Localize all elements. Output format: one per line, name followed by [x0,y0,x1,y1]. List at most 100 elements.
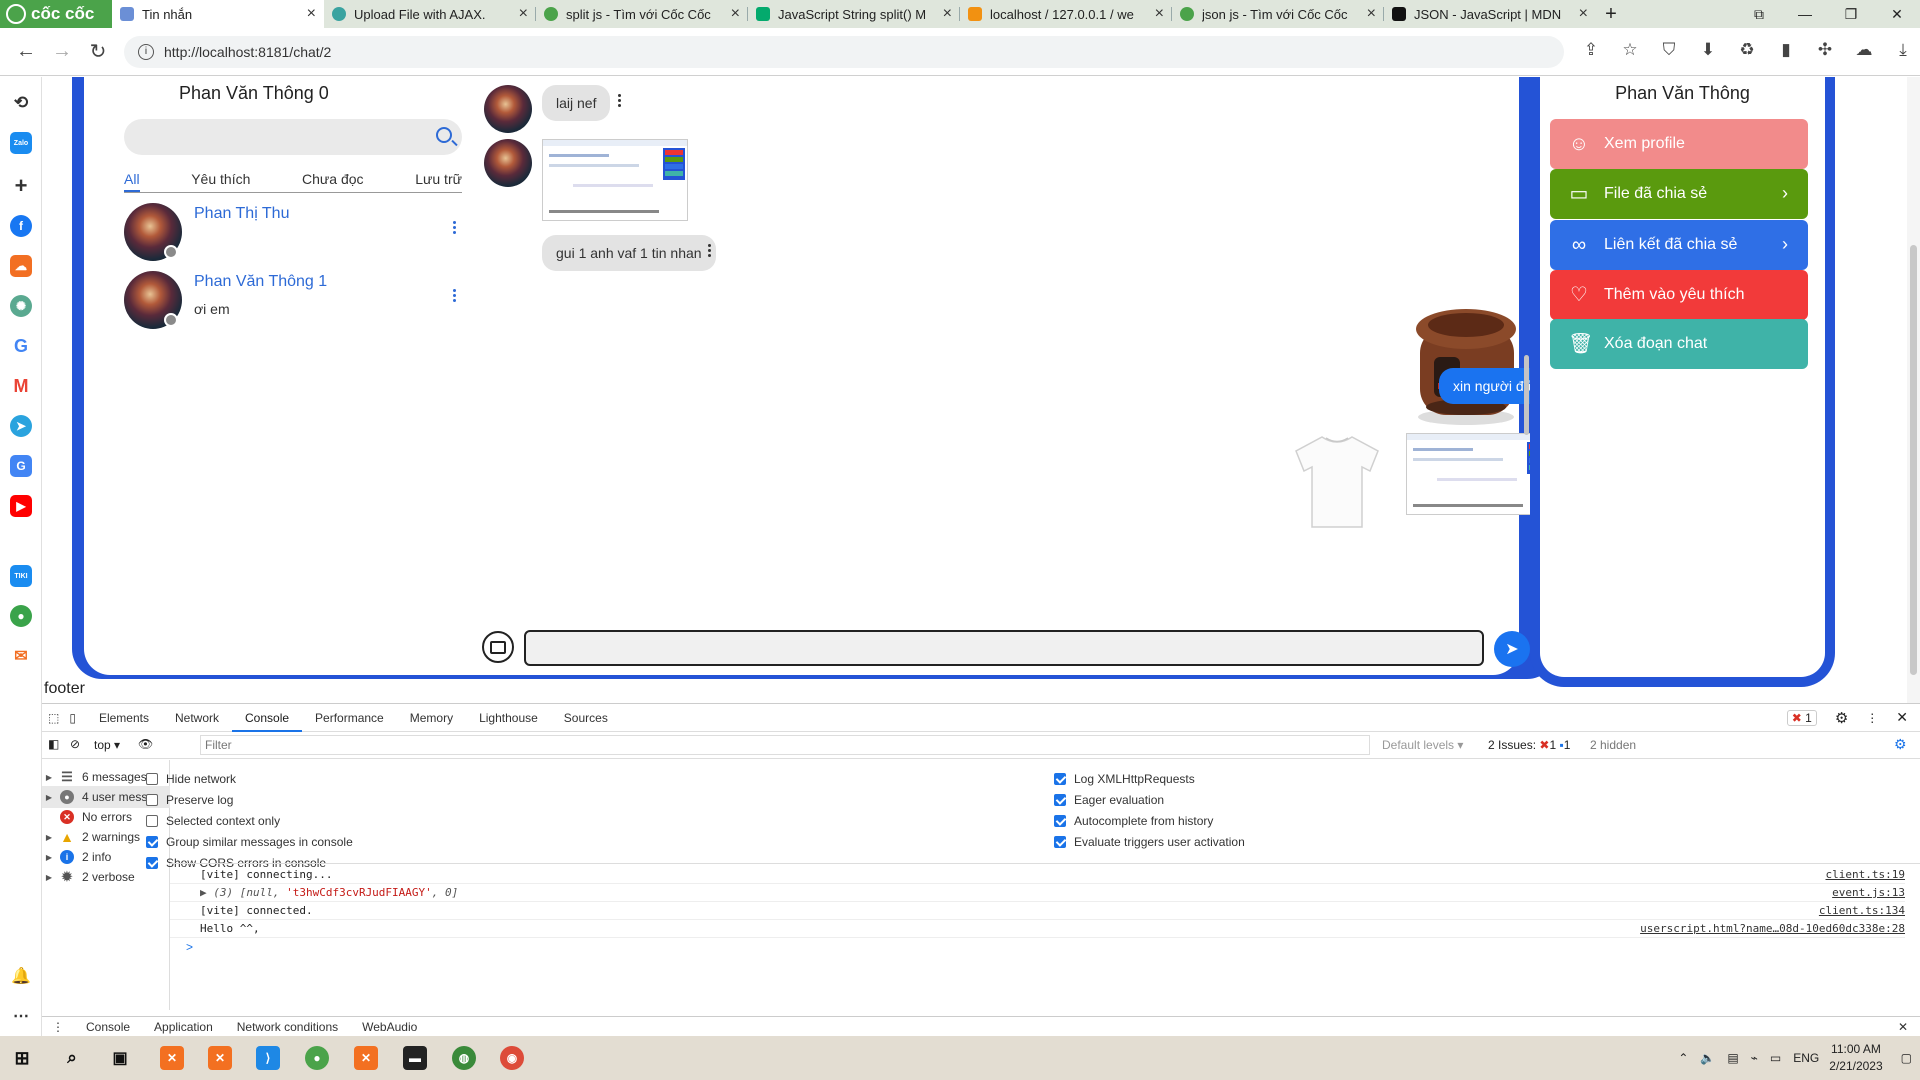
drawer-tab-console[interactable]: Console [74,1017,142,1038]
downloads-tray-icon[interactable]: ⤓ [1892,40,1914,62]
message-image[interactable] [542,139,688,221]
site-info-icon[interactable]: i [138,44,154,60]
add-favorite-button[interactable]: ♡ Thêm vào yêu thích [1550,270,1808,320]
delete-chat-button[interactable]: 🗑 Xóa đoạn chat [1550,319,1808,369]
filter-tab-archived[interactable]: Lưu trữ [415,171,462,192]
tab-close-icon[interactable]: × [307,5,316,23]
address-bar[interactable]: i http://localhost:8181/chat/2 [124,36,1564,68]
xampp-icon[interactable]: ✕ [208,1046,232,1070]
more-options-icon[interactable]: ⋯ [10,1005,32,1027]
battery-icon[interactable]: ▭ [1770,1051,1781,1065]
coccoc-game-icon[interactable]: ● [10,605,32,627]
checkbox[interactable] [1054,794,1066,806]
console-filter-input[interactable]: Filter [200,735,1370,755]
browser-tab[interactable]: JSON - JavaScript | MDN × [1384,0,1596,28]
facebook-icon[interactable]: f [10,215,32,237]
maximize-button[interactable]: ❐ [1828,0,1874,28]
vscode-icon[interactable]: ⟩ [256,1046,280,1070]
recycle-icon[interactable]: ♻ [1736,40,1758,62]
view-profile-button[interactable]: ☺ Xem profile [1550,119,1808,169]
windows-start-icon[interactable]: ⊞ [10,1046,34,1070]
option-hide-network[interactable]: Hide network [146,772,236,786]
issues-counter[interactable]: 2 Issues: ✖1 ▪1 [1488,738,1570,752]
checkbox[interactable] [1054,815,1066,827]
inspect-element-icon[interactable]: ⬚ [42,704,65,732]
checkbox[interactable] [146,857,158,869]
tray-chevron-up-icon[interactable]: ⌃ [1678,1051,1688,1065]
drawer-menu-icon[interactable]: ⋮ [42,1017,74,1038]
devtools-tab-sources[interactable]: Sources [551,704,621,732]
drawer-close-icon[interactable]: ✕ [1886,1017,1920,1038]
context-selector[interactable]: top ▾ [94,738,120,752]
drawer-tab-network-conditions[interactable]: Network conditions [225,1017,350,1038]
profile-icon[interactable]: ☁ [1853,40,1875,62]
lazada-icon[interactable]: ✉ [10,645,32,667]
filter-tab-all[interactable]: All [124,171,140,192]
conversation-more-icon[interactable] [452,289,456,307]
task-view-icon[interactable]: ▣ [108,1046,132,1070]
shared-files-button[interactable]: ▭ File đã chia sẻ › [1550,169,1808,219]
option-group-similar[interactable]: Group similar messages in console [146,835,353,849]
tab-close-icon[interactable]: × [1579,5,1588,23]
console-source-link[interactable]: event.js:13 [1832,884,1905,901]
attach-image-button[interactable] [482,631,514,663]
terminal-icon[interactable]: ▬ [403,1046,427,1070]
back-icon[interactable]: ← [8,40,44,63]
wifi-icon[interactable]: ⌁ [1751,1051,1758,1065]
message-image[interactable] [1406,299,1528,429]
new-tab-button[interactable]: + [1596,0,1626,28]
browser-tab[interactable]: localhost / 127.0.0.1 / we × [960,0,1172,28]
message-input[interactable] [524,630,1484,666]
coccoc-brand[interactable]: cốc cốc [0,0,112,28]
gmail-icon[interactable]: M [10,375,32,397]
battery-icon[interactable]: ▮ [1775,40,1797,62]
tab-close-icon[interactable]: × [731,5,740,23]
checkbox[interactable] [1054,836,1066,848]
checkbox[interactable] [146,836,158,848]
tab-close-icon[interactable]: × [1367,5,1376,23]
log-levels-dropdown[interactable]: Default levels ▾ [1382,738,1463,752]
search-icon[interactable]: ⌕ [60,1046,84,1070]
extensions-icon[interactable]: ✣ [1814,40,1836,62]
google-translate-icon[interactable]: G [10,455,32,477]
console-prompt[interactable]: > [186,940,193,954]
conversation-item[interactable]: Phan Văn Thông 1 ơi em [124,271,464,333]
console-source-link[interactable]: client.ts:19 [1826,866,1905,883]
shield-icon[interactable]: ⛉ [1658,40,1680,62]
xampp-icon[interactable]: ✕ [160,1046,184,1070]
browser-tab[interactable]: JavaScript String split() M × [748,0,960,28]
device-toolbar-icon[interactable]: ▯ [65,704,86,732]
browser-tab[interactable]: Tin nhắn × [112,0,324,28]
conversation-more-icon[interactable] [452,221,456,239]
tiki-icon[interactable]: TIKI [10,565,32,587]
language-indicator[interactable]: ENG [1793,1051,1819,1065]
telegram-icon[interactable]: ➤ [10,415,32,437]
tab-close-icon[interactable]: × [519,5,528,23]
browser-tab[interactable]: json js - Tìm với Cốc Cốc × [1172,0,1384,28]
drawer-tab-application[interactable]: Application [142,1017,225,1038]
option-preserve-log[interactable]: Preserve log [146,793,233,807]
notification-bell-icon[interactable]: 🔔 [10,965,32,987]
tab-close-icon[interactable]: × [943,5,952,23]
devtools-close-icon[interactable]: ✕ [1896,709,1908,726]
devtools-tab-network[interactable]: Network [162,704,232,732]
option-log-xhr[interactable]: Log XMLHttpRequests [1054,772,1195,786]
zalo-icon[interactable]: Zalo [10,132,32,154]
clock[interactable]: 11:00 AM 2/21/2023 [1829,1041,1882,1075]
checkbox[interactable] [1054,773,1066,785]
message-image[interactable] [1292,431,1382,531]
browser-tab[interactable]: Upload File with AJAX. × [324,0,536,28]
drawer-tab-webaudio[interactable]: WebAudio [350,1017,429,1038]
search-icon[interactable] [436,127,452,143]
live-expression-eye-icon[interactable]: 👁 [138,737,153,751]
message-scrollbar[interactable] [1522,77,1532,622]
error-count-badge[interactable]: ✖ 1 [1786,709,1817,726]
volume-icon[interactable]: 🔈 [1700,1051,1715,1065]
tab-search-icon[interactable]: ⧉ [1736,0,1782,28]
checkbox[interactable] [146,773,158,785]
option-eager-eval[interactable]: Eager evaluation [1054,793,1164,807]
console-source-link[interactable]: userscript.html?name…08d-10ed60dc338e:28 [1640,920,1905,937]
console-settings-icon[interactable]: ⚙ [1894,736,1907,753]
conversation-search-input[interactable] [124,119,462,155]
chatgpt-icon[interactable]: ✺ [10,295,32,317]
